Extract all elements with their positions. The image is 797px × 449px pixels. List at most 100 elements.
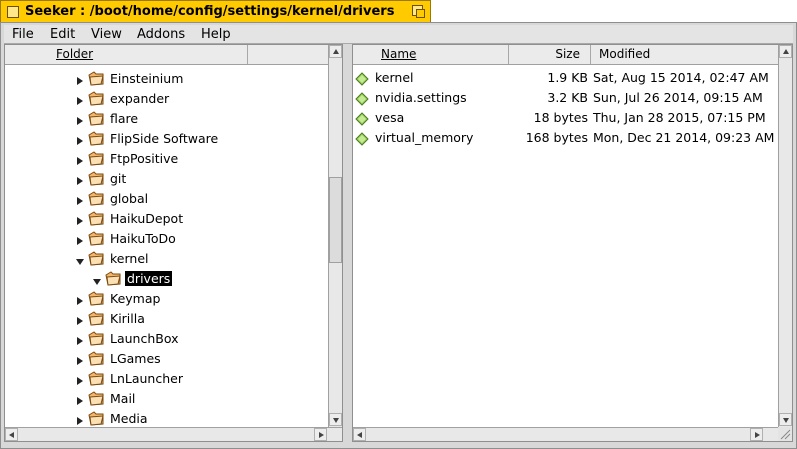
triangle-down-icon[interactable] xyxy=(93,275,102,289)
tree-item[interactable]: LaunchBox xyxy=(5,329,330,349)
tree-item-label: LaunchBox xyxy=(110,331,179,346)
resize-handle-icon[interactable] xyxy=(778,427,792,441)
tree-item[interactable]: FtpPositive xyxy=(5,149,330,169)
size-column-label: Size xyxy=(555,47,580,61)
file-icon xyxy=(355,72,369,89)
scroll-down-arrow-icon[interactable] xyxy=(329,413,342,426)
scroll-up-arrow-icon[interactable] xyxy=(329,45,342,58)
folder-column-header[interactable]: Folder xyxy=(5,45,248,64)
tree-horizontal-scrollbar[interactable] xyxy=(5,427,342,441)
scroll-right-arrow-icon[interactable] xyxy=(314,428,327,441)
tree-vertical-scrollbar[interactable] xyxy=(328,45,342,427)
tree-item-label: Mail xyxy=(110,391,136,406)
tree-item[interactable]: drivers xyxy=(5,269,330,289)
tree-item[interactable]: flare xyxy=(5,109,330,129)
tree-item[interactable]: LGames xyxy=(5,349,330,369)
triangle-right-icon[interactable] xyxy=(76,215,84,229)
folder-column-label: Folder xyxy=(56,47,94,61)
triangle-right-icon[interactable] xyxy=(76,375,84,389)
tree-header: Folder xyxy=(5,45,328,65)
menu-help[interactable]: Help xyxy=(201,27,231,42)
tree-item-label: flare xyxy=(110,111,139,126)
file-row[interactable]: virtual_memory 168 bytes Mon, Dec 21 2014,… xyxy=(353,128,778,148)
close-window-button[interactable] xyxy=(7,6,19,18)
tree-item-label: Keymap xyxy=(110,291,161,306)
tree-item-label: LGames xyxy=(110,351,161,366)
menu-view[interactable]: View xyxy=(91,27,122,42)
modified-column-header[interactable]: Modified xyxy=(591,45,778,64)
tree-item-label: FlipSide Software xyxy=(110,131,219,146)
tree-item[interactable]: HaikuToDo xyxy=(5,229,330,249)
triangle-right-icon[interactable] xyxy=(76,315,84,329)
triangle-right-icon[interactable] xyxy=(76,155,84,169)
triangle-right-icon[interactable] xyxy=(76,75,84,89)
triangle-right-icon[interactable] xyxy=(76,195,84,209)
triangle-down-icon[interactable] xyxy=(76,255,85,269)
tree-item[interactable]: Mail xyxy=(5,389,330,409)
folder-icon xyxy=(104,270,122,290)
scroll-down-arrow-icon[interactable] xyxy=(779,413,792,426)
file-modified: Sat, Aug 15 2014, 02:47 AM xyxy=(593,70,769,85)
tree-item-label: global xyxy=(110,191,149,206)
triangle-right-icon[interactable] xyxy=(76,295,84,309)
scroll-up-arrow-icon[interactable] xyxy=(779,45,792,58)
name-column-header[interactable]: Name xyxy=(353,45,509,64)
file-modified: Sun, Jul 26 2014, 09:15 AM xyxy=(593,90,763,105)
tree-item-label: HaikuToDo xyxy=(110,231,176,246)
files-horizontal-scrollbar[interactable] xyxy=(353,427,778,441)
size-column-header[interactable]: Size xyxy=(509,45,591,64)
triangle-right-icon[interactable] xyxy=(76,115,84,129)
file-name: kernel xyxy=(375,70,414,85)
tree-item-label: Einsteinium xyxy=(110,71,184,86)
tree-item[interactable]: git xyxy=(5,169,330,189)
window-title: Seeker : /boot/home/config/settings/kern… xyxy=(25,4,395,19)
folder-icon xyxy=(87,110,105,130)
folder-icon xyxy=(87,130,105,150)
file-icon xyxy=(355,132,369,149)
folder-icon xyxy=(87,330,105,350)
tree-item[interactable]: HaikuDepot xyxy=(5,209,330,229)
tree-item[interactable]: Einsteinium xyxy=(5,69,330,89)
folder-icon xyxy=(87,210,105,230)
tree-scroll-thumb[interactable] xyxy=(329,177,342,263)
file-size: 1.9 KB xyxy=(547,70,588,85)
triangle-right-icon[interactable] xyxy=(76,355,84,369)
triangle-right-icon[interactable] xyxy=(76,335,84,349)
tree-item-label: expander xyxy=(110,91,170,106)
tree-item[interactable]: Kirilla xyxy=(5,309,330,329)
folder-icon xyxy=(87,150,105,170)
tree-item[interactable]: FlipSide Software xyxy=(5,129,330,149)
tree-item[interactable]: Media xyxy=(5,409,330,429)
menu-addons[interactable]: Addons xyxy=(137,27,185,42)
tree-item-label: HaikuDepot xyxy=(110,211,184,226)
folder-icon xyxy=(87,70,105,90)
scroll-left-arrow-icon[interactable] xyxy=(353,428,366,441)
files-vertical-scrollbar[interactable] xyxy=(778,45,792,427)
file-name: vesa xyxy=(375,110,405,125)
triangle-right-icon[interactable] xyxy=(76,395,84,409)
file-size: 3.2 KB xyxy=(547,90,588,105)
tree-item[interactable]: expander xyxy=(5,89,330,109)
menu-file[interactable]: File xyxy=(12,27,34,42)
menu-edit[interactable]: Edit xyxy=(50,27,75,42)
scroll-right-arrow-icon[interactable] xyxy=(750,428,763,441)
tree-item[interactable]: kernel xyxy=(5,249,330,269)
folder-icon xyxy=(87,190,105,210)
scroll-left-arrow-icon[interactable] xyxy=(5,428,18,441)
file-list-pane: Name Size Modified kernel 1.9 KB Sat, Aug … xyxy=(352,44,793,442)
file-row[interactable]: vesa 18 bytes Thu, Jan 28 2015, 07:15 PM xyxy=(353,108,778,128)
triangle-right-icon[interactable] xyxy=(76,175,84,189)
window-title-tab[interactable]: Seeker : /boot/home/config/settings/kern… xyxy=(0,0,431,22)
file-row[interactable]: nvidia.settings 3.2 KB Sun, Jul 26 2014, 0… xyxy=(353,88,778,108)
tree-item-label: kernel xyxy=(110,251,149,266)
zoom-window-button[interactable] xyxy=(412,5,425,18)
tree-item[interactable]: global xyxy=(5,189,330,209)
tree-item[interactable]: LnLauncher xyxy=(5,369,330,389)
triangle-right-icon[interactable] xyxy=(76,135,84,149)
file-row[interactable]: kernel 1.9 KB Sat, Aug 15 2014, 02:47 AM xyxy=(353,68,778,88)
triangle-right-icon[interactable] xyxy=(76,235,84,249)
file-name: virtual_memory xyxy=(375,130,474,145)
tree-item[interactable]: Keymap xyxy=(5,289,330,309)
triangle-right-icon[interactable] xyxy=(76,95,84,109)
folder-icon xyxy=(87,170,105,190)
